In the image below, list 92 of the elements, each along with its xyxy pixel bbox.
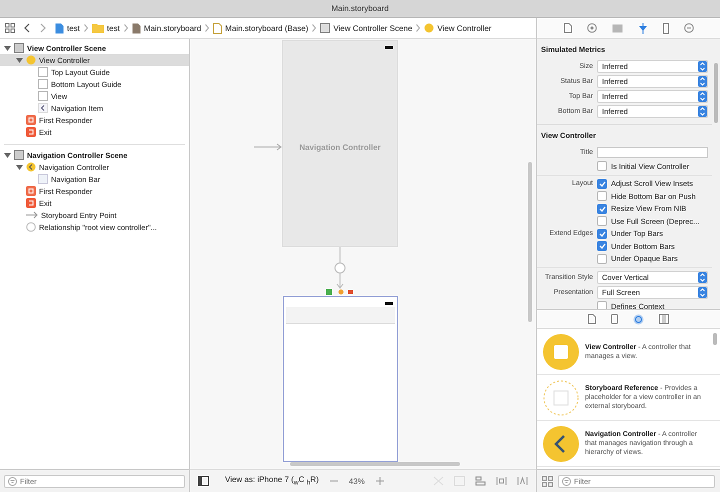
view-as-label[interactable]: View as: iPhone 7 ($_{w}$C $_{h}$R) bbox=[225, 475, 319, 487]
checkbox[interactable] bbox=[597, 301, 607, 309]
pin-icon[interactable] bbox=[496, 476, 507, 486]
zoom-in-icon[interactable] bbox=[374, 476, 385, 486]
ruler-icon bbox=[662, 22, 668, 34]
exit-icon bbox=[26, 198, 36, 208]
library-tab[interactable] bbox=[586, 312, 598, 326]
arrow-icon bbox=[26, 210, 38, 220]
circle-icon bbox=[26, 55, 36, 65]
scene-icon bbox=[14, 43, 24, 53]
circle-icon bbox=[424, 23, 434, 33]
chevron-icon bbox=[205, 24, 210, 32]
cube-icon bbox=[26, 186, 36, 196]
checkbox[interactable] bbox=[597, 254, 607, 264]
square-icon bbox=[38, 67, 48, 77]
exit-icon bbox=[26, 127, 36, 137]
entry-arrow bbox=[254, 143, 282, 151]
chevron-icon bbox=[84, 24, 88, 32]
title-field[interactable] bbox=[597, 147, 708, 158]
film-icon bbox=[659, 314, 669, 324]
vertical-scrollbar[interactable] bbox=[528, 162, 532, 322]
breadcrumb-item[interactable]: Main.storyboard (Base) bbox=[213, 22, 308, 34]
checkbox[interactable] bbox=[597, 204, 607, 214]
bar-icon bbox=[38, 174, 48, 184]
back-icon[interactable] bbox=[23, 23, 31, 33]
forward-icon[interactable] bbox=[39, 23, 47, 33]
grid-icon[interactable] bbox=[542, 476, 553, 486]
view-controller-scene[interactable] bbox=[283, 296, 398, 462]
inspector-tab[interactable] bbox=[682, 21, 696, 35]
segue-drawing bbox=[334, 247, 346, 289]
library-tab[interactable] bbox=[609, 312, 620, 326]
folder-icon bbox=[92, 23, 104, 33]
battery-icon bbox=[385, 302, 393, 305]
inspector-tab[interactable] bbox=[584, 21, 598, 35]
chevron-icon bbox=[38, 103, 48, 113]
stepper-icon bbox=[698, 106, 707, 117]
vertical-scrollbar[interactable] bbox=[714, 63, 718, 123]
vertical-scrollbar[interactable] bbox=[713, 333, 717, 345]
document-icon bbox=[588, 314, 596, 324]
card-icon bbox=[612, 24, 622, 32]
document-icon bbox=[564, 23, 572, 33]
view-controller-icon[interactable] bbox=[543, 334, 579, 370]
chevron-circle-icon bbox=[26, 162, 36, 172]
filter-icon bbox=[562, 476, 571, 486]
scene-title: Navigation Controller bbox=[298, 143, 382, 152]
align-icon[interactable] bbox=[475, 476, 486, 486]
checkbox[interactable] bbox=[597, 161, 607, 172]
stepper-icon bbox=[698, 272, 707, 283]
document-icon bbox=[55, 22, 64, 34]
inspector-tab[interactable] bbox=[610, 22, 624, 34]
battery-icon bbox=[385, 46, 393, 49]
inspector-tab[interactable] bbox=[562, 21, 574, 35]
filter-icon bbox=[8, 476, 17, 486]
chevron-icon bbox=[416, 24, 420, 32]
phone-icon bbox=[611, 314, 618, 324]
chevron-icon bbox=[312, 24, 316, 32]
library-tab[interactable] bbox=[631, 312, 646, 326]
horizontal-scrollbar[interactable] bbox=[290, 462, 460, 466]
inspector-tab[interactable] bbox=[660, 20, 670, 36]
sidebar-toggle-icon[interactable] bbox=[198, 476, 209, 486]
breadcrumb-item[interactable]: View Controller Scene bbox=[320, 23, 412, 33]
document-icon bbox=[213, 22, 222, 34]
breadcrumb-item[interactable]: Main.storyboard bbox=[132, 22, 202, 34]
square-icon bbox=[38, 91, 48, 101]
checkbox[interactable] bbox=[597, 241, 607, 252]
help-icon bbox=[586, 23, 596, 33]
cube-icon bbox=[26, 115, 36, 125]
slider-icon bbox=[638, 22, 648, 34]
scene-dock-icons bbox=[326, 289, 354, 295]
breadcrumb-item[interactable]: View Controller bbox=[424, 23, 492, 33]
circle-icon bbox=[633, 314, 644, 324]
breadcrumb-item[interactable]: test bbox=[55, 22, 80, 34]
stepper-icon bbox=[698, 61, 707, 72]
circle-icon bbox=[26, 222, 36, 232]
checkbox[interactable] bbox=[597, 216, 607, 226]
navigation-controller-icon[interactable] bbox=[543, 426, 579, 462]
checkbox[interactable] bbox=[597, 178, 607, 189]
scene-icon bbox=[320, 23, 330, 33]
stepper-icon bbox=[698, 91, 707, 102]
scene-icon bbox=[14, 150, 24, 160]
stepper-icon bbox=[698, 287, 707, 298]
checkbox[interactable] bbox=[597, 191, 607, 202]
window-title: Main.storyboard bbox=[0, 0, 720, 18]
breadcrumb-item[interactable]: test bbox=[92, 23, 120, 33]
zoom-level: 43% bbox=[348, 476, 365, 486]
library-tab[interactable] bbox=[657, 312, 671, 326]
square-icon bbox=[38, 79, 48, 89]
grid-icon[interactable] bbox=[5, 23, 15, 33]
stepper-icon bbox=[698, 76, 707, 87]
checkbox[interactable] bbox=[597, 228, 607, 239]
document-icon bbox=[132, 22, 141, 34]
chevron-icon bbox=[124, 24, 128, 32]
